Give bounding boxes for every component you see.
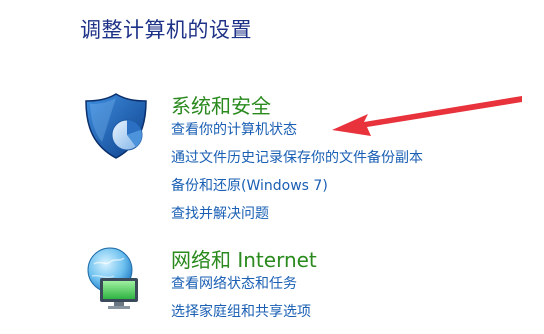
link-file-history-backup[interactable]: 通过文件历史记录保存你的文件备份副本 xyxy=(171,144,423,172)
link-network-status[interactable]: 查看网络状态和任务 xyxy=(171,270,311,298)
category-title-system-security[interactable]: 系统和安全 xyxy=(171,90,271,119)
page-title: 调整计算机的设置 xyxy=(80,18,252,42)
shield-icon[interactable] xyxy=(80,90,152,162)
link-homegroup-sharing[interactable]: 选择家庭组和共享选项 xyxy=(171,298,311,326)
link-troubleshoot[interactable]: 查找并解决问题 xyxy=(171,200,423,228)
category-title-network-internet[interactable]: 网络和 Internet xyxy=(171,244,317,273)
red-arrow-icon xyxy=(332,96,522,136)
control-panel-page: 调整计算机的设置 系统和安全 查看你的计算机状态 通过文件历史记录保存你的文件备… xyxy=(0,0,544,334)
link-backup-restore[interactable]: 备份和还原(Windows 7) xyxy=(171,172,423,200)
link-list: 查看网络状态和任务 选择家庭组和共享选项 xyxy=(171,270,311,326)
network-globe-icon[interactable] xyxy=(80,244,152,316)
